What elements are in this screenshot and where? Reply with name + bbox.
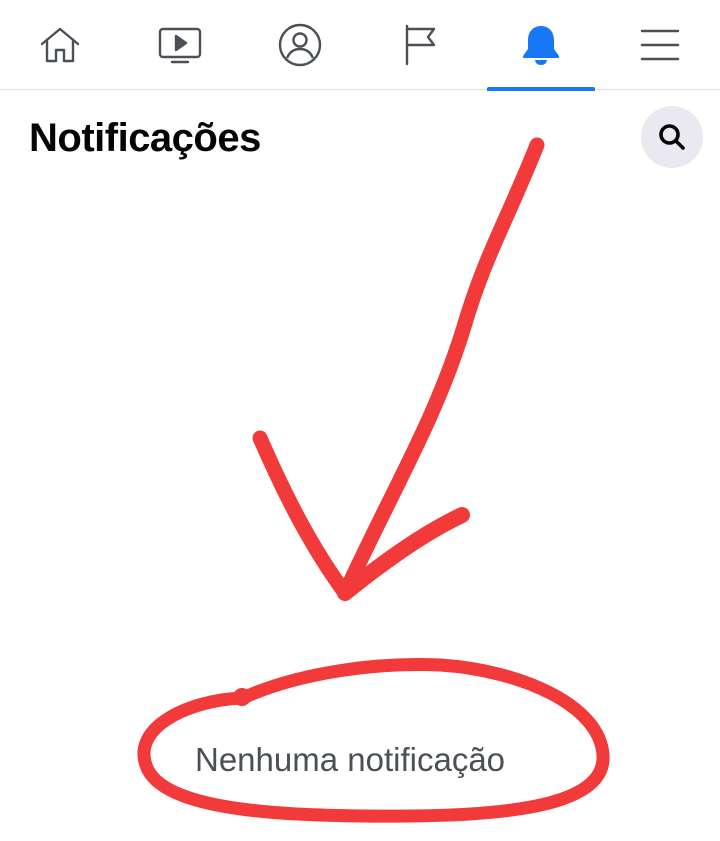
top-nav-bar xyxy=(0,0,720,91)
annotation-arrow-head-left xyxy=(252,430,353,601)
notifications-bell-icon xyxy=(522,26,560,65)
nav-tab-pages[interactable] xyxy=(381,0,461,90)
annotation-arrow-head-right xyxy=(337,507,470,601)
notifications-screen: Notificações Nenhuma notificação xyxy=(0,0,720,841)
search-button[interactable] xyxy=(641,106,703,168)
empty-notifications-message: Nenhuma notificação xyxy=(195,741,506,778)
profile-icon xyxy=(278,23,322,67)
home-icon xyxy=(40,27,80,63)
pages-flag-icon xyxy=(405,24,436,66)
page-title: Notificações xyxy=(29,116,261,160)
nav-tab-profile[interactable] xyxy=(260,0,340,90)
nav-tab-menu[interactable] xyxy=(620,0,700,90)
annotation-arrow-shaft xyxy=(337,137,545,601)
nav-tab-video[interactable] xyxy=(140,0,220,90)
search-icon xyxy=(659,124,685,150)
annotation-circle-start-dot xyxy=(233,688,251,706)
video-icon xyxy=(158,27,202,64)
menu-icon xyxy=(640,29,680,61)
nav-tab-notifications[interactable] xyxy=(487,0,595,91)
nav-tab-home[interactable] xyxy=(20,0,100,90)
